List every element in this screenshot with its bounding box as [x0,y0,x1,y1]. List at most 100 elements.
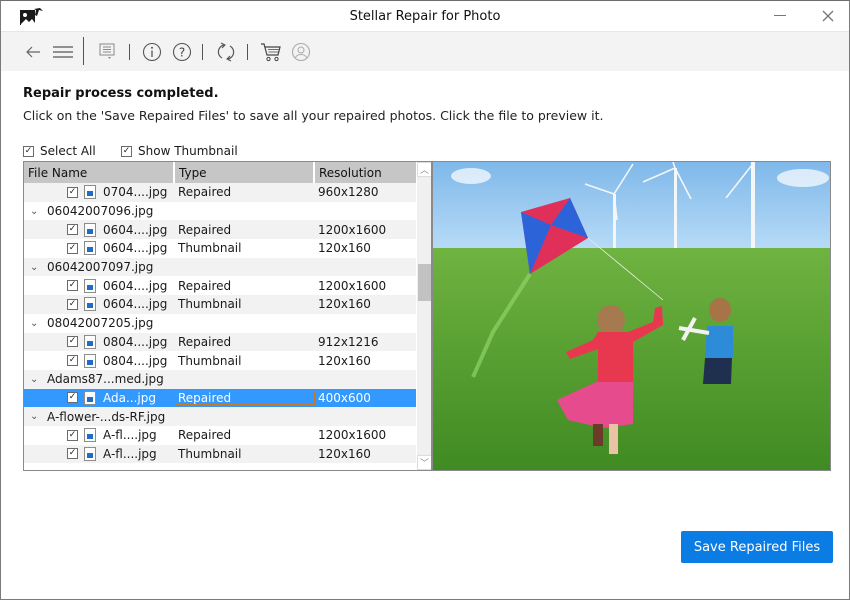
file-list-rows: ✓ 0704....jpg Repaired 960x1280 ⌄ 06042007096… [24,183,416,464]
image-file-icon [84,428,96,443]
file-type: Repaired [175,390,315,405]
file-name: 0804....jpg [103,334,168,349]
file-checkbox[interactable]: ✓ [67,336,78,348]
help-icon: ? [172,42,192,62]
file-name-cell: ✓ A-fl....jpg [24,446,175,461]
file-name-cell: ✓ A-fl....jpg [24,428,175,443]
save-report-button[interactable] [96,41,118,63]
file-name: Ada...jpg [103,390,156,405]
file-checkbox[interactable]: ✓ [67,242,78,254]
group-name-cell: ⌄ A-flower-...ds-RF.jpg [24,410,416,424]
checkbox-checked-icon: ✓ [23,145,34,157]
image-file-icon [84,446,96,461]
cloud [451,168,491,184]
file-checkbox[interactable]: ✓ [67,280,78,292]
file-row[interactable]: ✓ 0804....jpg Thumbnail 120x160 [24,351,416,370]
file-group-row[interactable]: ⌄ 06042007096.jpg [24,202,416,221]
scroll-down-button[interactable]: ﹀ [417,455,431,470]
minimize-button[interactable] [765,5,795,27]
select-all-checkbox[interactable]: ✓ Select All [23,144,96,158]
file-checkbox[interactable]: ✓ [67,298,78,310]
save-repaired-files-button[interactable]: Save Repaired Files [681,531,833,563]
menu-button[interactable] [52,41,74,63]
image-file-icon [84,222,96,237]
file-list-header: File Name Type Resolution [24,162,416,183]
file-group-row[interactable]: ⌄ A-flower-...ds-RF.jpg [24,407,416,426]
file-name: 0804....jpg [103,353,168,368]
file-name: A-fl....jpg [103,446,157,461]
file-resolution: 960x1280 [318,185,379,200]
column-header-resolution[interactable]: Resolution [315,162,416,183]
file-resolution: 120x160 [318,446,371,461]
info-icon [142,42,162,62]
chevron-down-icon[interactable]: ⌄ [30,318,42,329]
scroll-up-button[interactable]: ︿ [417,162,431,177]
chevron-down-icon[interactable]: ⌄ [30,262,42,273]
user-icon [291,42,311,62]
show-thumbnail-label: Show Thumbnail [138,144,238,158]
toolbar-divider [247,44,248,60]
sky [433,162,830,252]
file-resolution: 400x600 [318,390,371,405]
file-resolution: 1200x1600 [318,222,387,237]
chevron-down-icon[interactable]: ⌄ [30,206,42,217]
file-name-cell: ✓ 0604....jpg [24,297,175,312]
file-name-cell: ✓ 0804....jpg [24,353,175,368]
file-type: Repaired [178,222,232,237]
info-button[interactable] [141,41,163,63]
file-group-row[interactable]: ⌄ Adams87...med.jpg [24,369,416,389]
file-row[interactable]: ✓ Ada...jpg Repaired 400x600 [24,388,416,408]
file-checkbox[interactable]: ✓ [67,355,78,367]
buy-button[interactable] [260,41,282,63]
file-checkbox[interactable]: ✓ [67,429,78,441]
file-checkbox[interactable]: ✓ [67,392,78,404]
show-thumbnail-checkbox[interactable]: ✓ Show Thumbnail [121,144,238,158]
file-resolution: 120x160 [318,297,371,312]
save-report-icon [99,43,115,59]
column-header-type[interactable]: Type [175,162,315,183]
file-row[interactable]: ✓ 0604....jpg Thumbnail 120x160 [24,239,416,258]
close-icon [822,10,834,22]
file-resolution: 912x1216 [318,334,379,349]
refresh-button[interactable] [215,41,237,63]
file-type: Repaired [178,278,232,293]
group-name-cell: ⌄ 08042007205.jpg [24,316,416,330]
image-file-icon [84,278,96,293]
close-button[interactable] [813,5,843,27]
file-row[interactable]: ✓ A-fl....jpg Repaired 1200x1600 [24,426,416,445]
vertical-scrollbar[interactable]: ︿ ﹀ [417,162,431,470]
file-name-cell: ✓ 0604....jpg [24,241,175,256]
file-row[interactable]: ✓ 0804....jpg Repaired 912x1216 [24,332,416,352]
photo-preview [432,161,831,471]
group-file-name: 08042007205.jpg [47,316,154,331]
user-account-button[interactable] [290,41,312,63]
back-button[interactable] [22,41,44,63]
column-header-file-name[interactable]: File Name [24,162,175,183]
help-button[interactable]: ? [171,41,193,63]
image-file-icon [84,241,96,256]
chevron-down-icon[interactable]: ⌄ [30,374,42,385]
instruction-text: Click on the 'Save Repaired Files' to sa… [23,108,604,123]
file-type: Repaired [178,428,232,443]
image-file-icon [84,390,96,405]
file-group-row[interactable]: ⌄ 06042007097.jpg [24,257,416,277]
file-checkbox[interactable]: ✓ [67,448,78,460]
file-checkbox[interactable]: ✓ [67,224,78,236]
scrollbar-thumb[interactable] [418,264,431,301]
file-checkbox[interactable]: ✓ [67,186,78,198]
file-row[interactable]: ✓ 0604....jpg Repaired 1200x1600 [24,276,416,295]
chevron-down-icon[interactable]: ⌄ [30,411,42,422]
file-row[interactable]: ✓ 0604....jpg Repaired 1200x1600 [24,220,416,240]
file-type: Repaired [178,185,232,200]
group-file-name: 06042007097.jpg [47,260,154,275]
file-resolution: 120x160 [318,353,371,368]
file-row[interactable]: ✓ A-fl....jpg Thumbnail 120x160 [24,444,416,464]
file-row[interactable]: ✓ 0604....jpg Thumbnail 120x160 [24,295,416,314]
app-window: Stellar Repair for Photo ? Repair proces… [0,0,850,600]
file-row[interactable]: ✓ 0704....jpg Repaired 960x1280 [24,183,416,202]
image-file-icon [84,334,96,349]
file-group-row[interactable]: ⌄ 08042007205.jpg [24,314,416,333]
menu-icon [53,46,73,58]
file-type: Repaired [178,334,232,349]
preview-image [433,162,830,470]
